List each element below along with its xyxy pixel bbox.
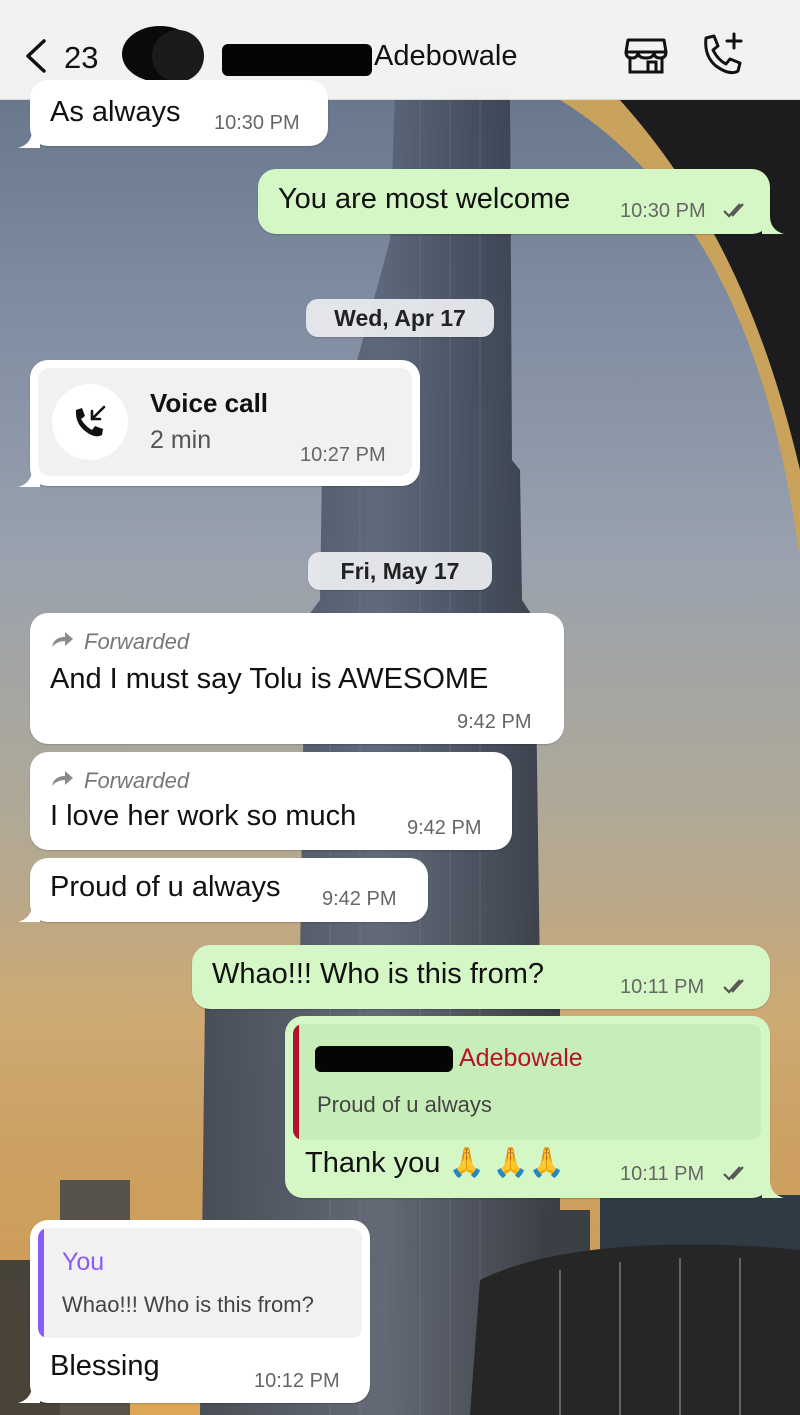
double-tick-icon (723, 979, 744, 994)
message-time: 10:12 PM (254, 1370, 340, 1392)
message-bubble-incoming[interactable]: Forwarded I love her work so much 9:42 P… (30, 752, 512, 850)
store-icon[interactable] (624, 36, 668, 76)
quoted-message[interactable]: Adebowale Proud of u always (293, 1024, 761, 1140)
quote-author: You (62, 1248, 105, 1276)
date-separator: Fri, May 17 (308, 552, 492, 590)
unread-count: 23 (64, 40, 99, 75)
double-tick-icon (723, 1166, 744, 1181)
call-icon-circle (52, 384, 128, 460)
message-time: 9:42 PM (457, 711, 532, 733)
message-bubble-incoming[interactable]: As always 10:30 PM (30, 80, 328, 146)
date-separator: Wed, Apr 17 (306, 299, 494, 337)
redacted-name-part (222, 44, 372, 76)
bubble-tail (762, 216, 784, 234)
message-bubble-incoming[interactable]: Forwarded And I must say Tolu is AWESOME… (30, 613, 564, 744)
contact-title[interactable]: Adebowale (222, 36, 582, 80)
back-button[interactable]: 23 (22, 34, 112, 78)
message-text: I love her work so much (50, 800, 357, 832)
redacted-name-part (315, 1046, 453, 1072)
bubble-tail (18, 1385, 40, 1403)
phone-add-icon[interactable] (698, 32, 746, 76)
message-text: And I must say Tolu is AWESOME (50, 663, 489, 695)
message-text: Proud of u always (50, 871, 281, 903)
quote-text: Whao!!! Who is this from? (62, 1292, 314, 1317)
quote-accent-bar (38, 1228, 44, 1338)
forward-arrow-icon (52, 771, 73, 786)
quote-author: Adebowale (459, 1044, 583, 1072)
forward-arrow-icon (52, 632, 73, 647)
quote-accent-bar (293, 1024, 299, 1140)
contact-name: Adebowale (374, 40, 518, 72)
message-time: 10:11 PM (620, 1163, 705, 1185)
forwarded-label: Forwarded (84, 629, 190, 654)
incoming-call-icon (75, 405, 106, 437)
bubble-tail (18, 130, 40, 148)
call-duration: 2 min (150, 426, 212, 454)
message-text: Blessing (50, 1350, 160, 1382)
message-text: Thank you 🙏 🙏🙏 (305, 1147, 565, 1179)
message-text: As always (50, 96, 181, 128)
quote-text: Proud of u always (317, 1092, 492, 1117)
message-time: 9:42 PM (407, 817, 482, 839)
message-time: 10:11 PM (620, 976, 705, 998)
message-bubble-outgoing[interactable]: Whao!!! Who is this from? 10:11 PM (192, 945, 770, 1009)
message-bubble-outgoing[interactable]: You are most welcome 10:30 PM (258, 169, 770, 234)
avatar[interactable] (120, 24, 206, 86)
call-title: Voice call (150, 388, 269, 418)
chevron-left-icon (26, 39, 46, 73)
double-tick-icon (723, 203, 744, 218)
message-time: 10:30 PM (620, 200, 706, 222)
bubble-tail (762, 1180, 784, 1198)
message-bubble-outgoing[interactable]: Adebowale Proud of u always Thank you 🙏 … (285, 1016, 770, 1198)
message-text: Whao!!! Who is this from? (212, 958, 544, 990)
bubble-tail (18, 469, 40, 487)
message-text: You are most welcome (278, 183, 571, 215)
message-time: 10:30 PM (214, 112, 300, 134)
message-bubble-incoming[interactable]: You Whao!!! Who is this from? Blessing 1… (30, 1220, 370, 1403)
forwarded-label: Forwarded (84, 768, 190, 793)
message-time: 10:27 PM (300, 444, 386, 466)
quoted-message[interactable]: You Whao!!! Who is this from? (38, 1228, 362, 1338)
voice-call-bubble[interactable]: Voice call 2 min 10:27 PM (30, 360, 420, 486)
message-bubble-incoming[interactable]: Proud of u always 9:42 PM (30, 858, 428, 922)
bubble-tail (18, 904, 40, 922)
message-time: 9:42 PM (322, 888, 397, 910)
